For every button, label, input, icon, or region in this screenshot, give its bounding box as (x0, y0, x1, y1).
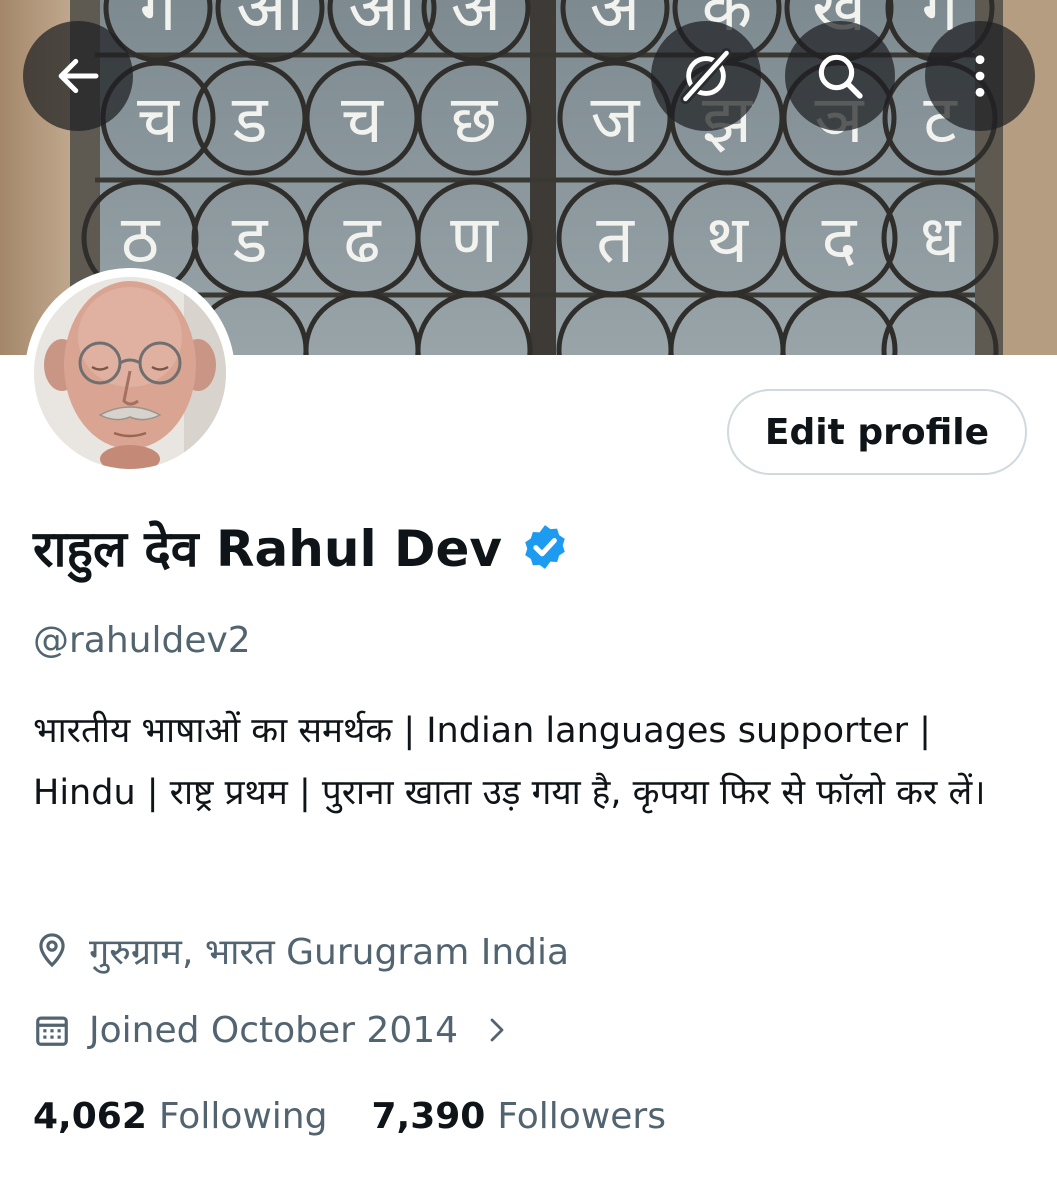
svg-text:च: च (341, 81, 384, 158)
svg-text:ढ: ढ (343, 201, 382, 278)
avatar[interactable] (25, 268, 235, 478)
svg-text:ड: ड (231, 81, 268, 158)
grok-icon (680, 47, 732, 105)
svg-text:त: त (596, 201, 635, 278)
svg-text:आ: आ (348, 0, 417, 46)
profile-stats: 4,062 Following 7,390 Followers (33, 1088, 666, 1144)
following-label: Following (158, 1095, 328, 1137)
followers-label: Followers (497, 1095, 666, 1137)
verified-badge-icon[interactable] (520, 522, 570, 572)
search-icon (818, 54, 863, 99)
svg-text:ण: ण (450, 201, 499, 278)
profile-bio: भारतीय भाषाओं का समर्थक | Indian languag… (33, 711, 986, 813)
calendar-icon (36, 1016, 68, 1046)
chevron-right-icon (490, 1018, 504, 1042)
back-button[interactable] (23, 21, 133, 131)
profile-name-row: राहुल देव Rahul Dev (33, 512, 570, 582)
svg-text:ज: ज (591, 81, 641, 158)
avatar-image (34, 277, 226, 469)
svg-text:थ: थ (706, 201, 750, 278)
followers-link[interactable]: 7,390 Followers (371, 1096, 666, 1137)
svg-text:ध: ध (920, 201, 962, 278)
svg-text:च: च (137, 81, 180, 158)
more-vertical-icon (975, 55, 985, 97)
location-text: गुरुग्राम, भारत Gurugram India (89, 931, 570, 973)
grok-button[interactable] (651, 21, 761, 131)
edit-profile-button[interactable]: Edit profile (727, 389, 1027, 475)
search-button[interactable] (785, 21, 895, 131)
svg-text:अ: अ (590, 0, 642, 46)
svg-text:द: द (821, 201, 857, 278)
joined-text: Joined October 2014 (89, 1009, 459, 1051)
svg-text:ड: ड (231, 201, 268, 278)
svg-text:आ: आ (236, 0, 305, 46)
svg-text:छ: छ (451, 81, 499, 158)
following-count: 4,062 (33, 1095, 147, 1137)
profile-name: राहुल देव Rahul Dev (33, 520, 503, 578)
svg-text:ठ: ठ (121, 201, 161, 278)
more-button[interactable] (925, 21, 1035, 131)
followers-count: 7,390 (371, 1095, 486, 1137)
svg-text:ग: ग (139, 0, 178, 46)
following-link[interactable]: 4,062 Following (33, 1096, 327, 1137)
arrow-left-icon (58, 58, 99, 94)
location-pin-icon (39, 933, 65, 968)
svg-text:अ: अ (451, 0, 503, 46)
profile-joined[interactable]: Joined October 2014 (33, 1002, 512, 1058)
profile-handle: @rahuldev2 (33, 620, 251, 661)
profile-location: गुरुग्राम, भारत Gurugram India (33, 922, 569, 978)
portrait-image (34, 277, 226, 469)
